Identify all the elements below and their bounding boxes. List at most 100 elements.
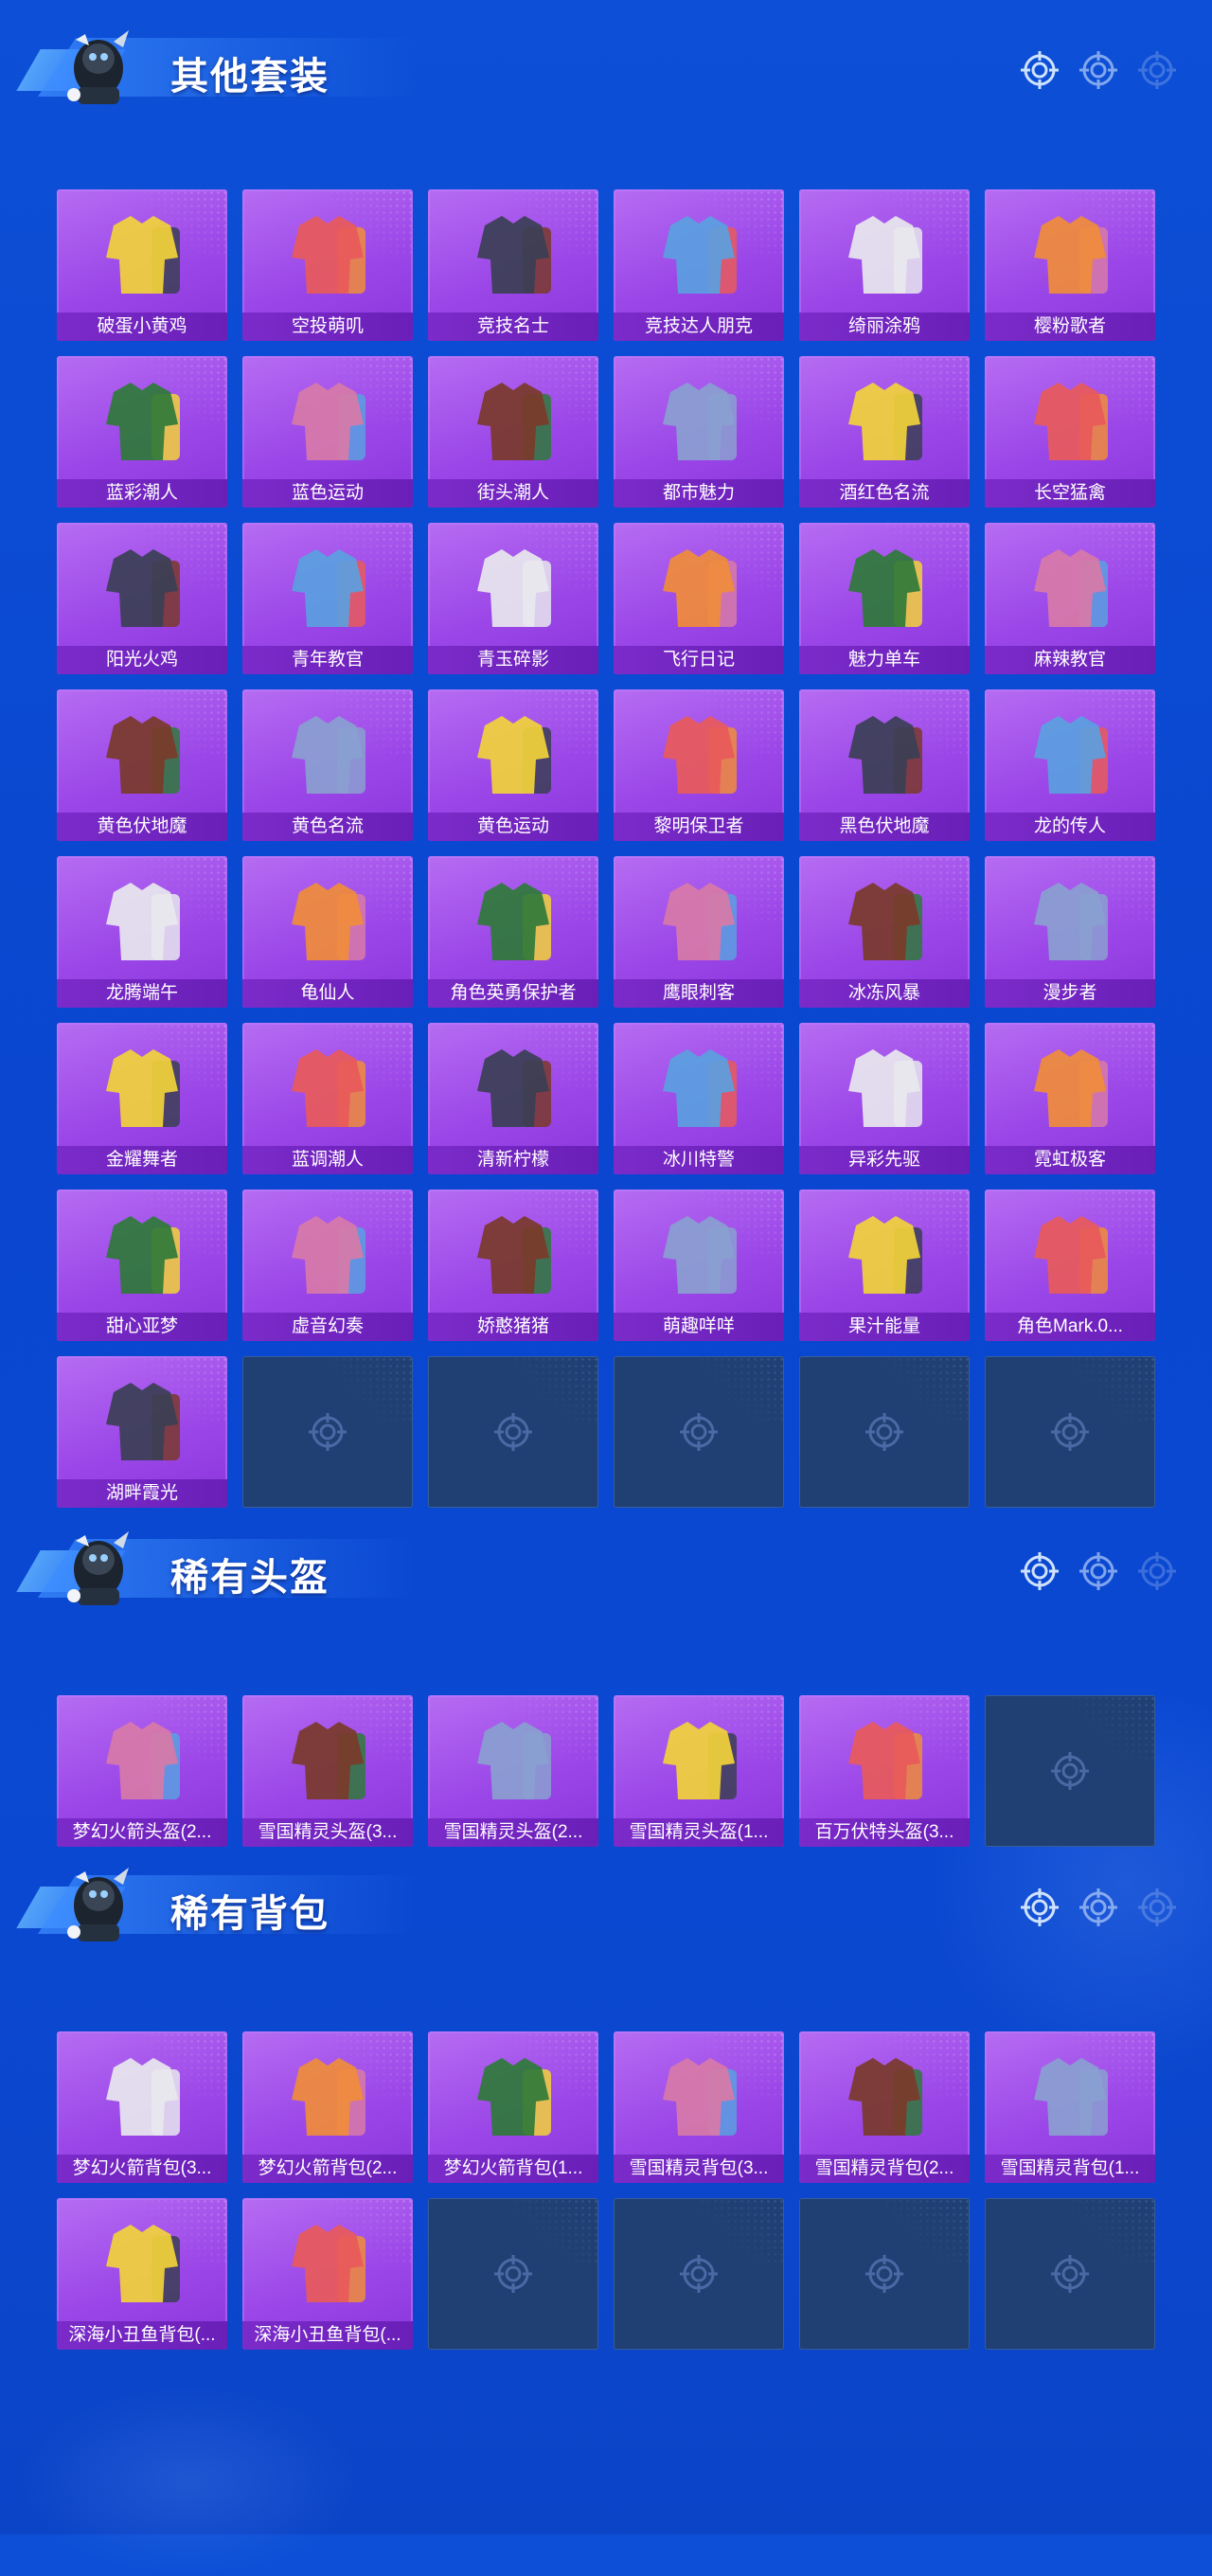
item-card[interactable]: 长空猛禽 <box>985 356 1155 508</box>
item-card[interactable]: 角色英勇保护者 <box>428 856 598 1008</box>
item-label: 竞技达人朋克 <box>614 313 784 341</box>
item-card[interactable]: 魅力单车 <box>799 523 970 674</box>
section-rare-backpacks: 稀有背包 梦幻火箭背包(3... 梦幻火箭背包(2... 梦幻火箭背包(1... 雪国… <box>0 1837 1212 2350</box>
item-image <box>663 2058 737 2136</box>
item-card[interactable]: 蓝调潮人 <box>242 1023 413 1174</box>
item-card[interactable]: 龙的传人 <box>985 689 1155 841</box>
item-label: 都市魅力 <box>614 479 784 508</box>
item-image <box>663 549 737 627</box>
item-card[interactable]: 青年教官 <box>242 523 413 674</box>
item-label: 梦幻火箭背包(1... <box>428 2155 598 2183</box>
item-image <box>106 549 180 627</box>
item-card[interactable]: 湖畔霞光 <box>57 1356 227 1508</box>
item-image <box>1034 216 1108 294</box>
item-label: 果汁能量 <box>799 1313 970 1341</box>
item-image <box>106 1722 180 1799</box>
crosshair-icon <box>680 1413 718 1451</box>
item-card[interactable]: 娇憨猪猪 <box>428 1190 598 1341</box>
item-image <box>292 216 365 294</box>
item-card[interactable]: 飞行日记 <box>614 523 784 674</box>
item-image <box>477 1049 551 1127</box>
item-card[interactable]: 鹰眼刺客 <box>614 856 784 1008</box>
item-card[interactable]: 黄色名流 <box>242 689 413 841</box>
item-card[interactable]: 麻辣教官 <box>985 523 1155 674</box>
item-card[interactable]: 阳光火鸡 <box>57 523 227 674</box>
item-card[interactable]: 青玉碎影 <box>428 523 598 674</box>
item-label: 樱粉歌者 <box>985 313 1155 341</box>
item-label: 破蛋小黄鸡 <box>57 313 227 341</box>
item-image <box>848 716 922 794</box>
reticle-group <box>1021 51 1176 89</box>
item-card[interactable]: 深海小丑鱼背包(... <box>57 2198 227 2350</box>
item-card[interactable]: 冰川特警 <box>614 1023 784 1174</box>
item-image <box>663 883 737 960</box>
item-card[interactable]: 雪国精灵头盔(1... <box>614 1695 784 1847</box>
crosshair-icon <box>1021 51 1059 89</box>
item-card[interactable]: 冰冻风暴 <box>799 856 970 1008</box>
crosshair-icon <box>1138 1888 1176 1926</box>
item-card[interactable]: 雪国精灵背包(2... <box>799 2031 970 2183</box>
crosshair-icon <box>309 1413 347 1451</box>
item-card[interactable]: 角色Mark.0... <box>985 1190 1155 1341</box>
item-card[interactable]: 深海小丑鱼背包(... <box>242 2198 413 2350</box>
item-card[interactable]: 竞技名士 <box>428 189 598 341</box>
item-card[interactable]: 雪国精灵背包(1... <box>985 2031 1155 2183</box>
item-card[interactable]: 梦幻火箭背包(3... <box>57 2031 227 2183</box>
item-image <box>477 549 551 627</box>
section-rare-helmets: 稀有头盔 梦幻火箭头盔(2... 雪国精灵头盔(3... 雪国精灵头盔(2... 雪国… <box>0 1501 1212 1847</box>
item-card[interactable]: 梦幻火箭头盔(2... <box>57 1695 227 1847</box>
item-card[interactable]: 甜心亚梦 <box>57 1190 227 1341</box>
item-card[interactable]: 果汁能量 <box>799 1190 970 1341</box>
section-header: 稀有背包 <box>0 1837 1212 1941</box>
section-title: 其他套装 <box>170 56 330 98</box>
item-image <box>477 216 551 294</box>
item-card[interactable]: 黄色伏地魔 <box>57 689 227 841</box>
item-card[interactable]: 龙腾端午 <box>57 856 227 1008</box>
item-card[interactable]: 黄色运动 <box>428 689 598 841</box>
crosshair-icon <box>1051 1752 1089 1790</box>
item-card[interactable]: 漫步者 <box>985 856 1155 1008</box>
item-card[interactable]: 雪国精灵头盔(3... <box>242 1695 413 1847</box>
item-image <box>848 2058 922 2136</box>
item-label: 深海小丑鱼背包(... <box>57 2321 227 2350</box>
item-card[interactable]: 雪国精灵背包(3... <box>614 2031 784 2183</box>
item-card[interactable]: 霓虹极客 <box>985 1023 1155 1174</box>
item-card[interactable]: 都市魅力 <box>614 356 784 508</box>
item-card[interactable]: 梦幻火箭背包(1... <box>428 2031 598 2183</box>
item-label: 青年教官 <box>242 646 413 674</box>
crosshair-icon <box>1138 1552 1176 1590</box>
item-card[interactable]: 异彩先驱 <box>799 1023 970 1174</box>
item-card[interactable]: 萌趣咩咩 <box>614 1190 784 1341</box>
item-image <box>663 383 737 460</box>
item-card[interactable]: 竞技达人朋克 <box>614 189 784 341</box>
item-card[interactable]: 虚音幻奏 <box>242 1190 413 1341</box>
item-image <box>848 1722 922 1799</box>
item-card[interactable]: 雪国精灵头盔(2... <box>428 1695 598 1847</box>
section-title: 稀有头盔 <box>170 1557 330 1599</box>
item-card[interactable]: 破蛋小黄鸡 <box>57 189 227 341</box>
item-card[interactable]: 百万伏特头盔(3... <box>799 1695 970 1847</box>
item-card[interactable]: 梦幻火箭背包(2... <box>242 2031 413 2183</box>
item-card[interactable]: 黑色伏地魔 <box>799 689 970 841</box>
item-card[interactable]: 金耀舞者 <box>57 1023 227 1174</box>
item-image <box>1034 1216 1108 1294</box>
item-card[interactable]: 清新柠檬 <box>428 1023 598 1174</box>
item-card[interactable]: 街头潮人 <box>428 356 598 508</box>
item-card[interactable]: 酒红色名流 <box>799 356 970 508</box>
crosshair-icon <box>865 2255 903 2293</box>
item-card[interactable]: 绮丽涂鸦 <box>799 189 970 341</box>
item-image <box>848 216 922 294</box>
item-image <box>292 716 365 794</box>
item-card[interactable]: 黎明保卫者 <box>614 689 784 841</box>
item-label: 虚音幻奏 <box>242 1313 413 1341</box>
item-image <box>848 383 922 460</box>
item-image <box>477 1216 551 1294</box>
item-image <box>292 2058 365 2136</box>
item-card[interactable]: 樱粉歌者 <box>985 189 1155 341</box>
item-card[interactable]: 龟仙人 <box>242 856 413 1008</box>
item-label: 黄色运动 <box>428 813 598 841</box>
item-card[interactable]: 蓝彩潮人 <box>57 356 227 508</box>
item-card[interactable]: 空投萌叽 <box>242 189 413 341</box>
item-image <box>663 1049 737 1127</box>
item-card[interactable]: 蓝色运动 <box>242 356 413 508</box>
